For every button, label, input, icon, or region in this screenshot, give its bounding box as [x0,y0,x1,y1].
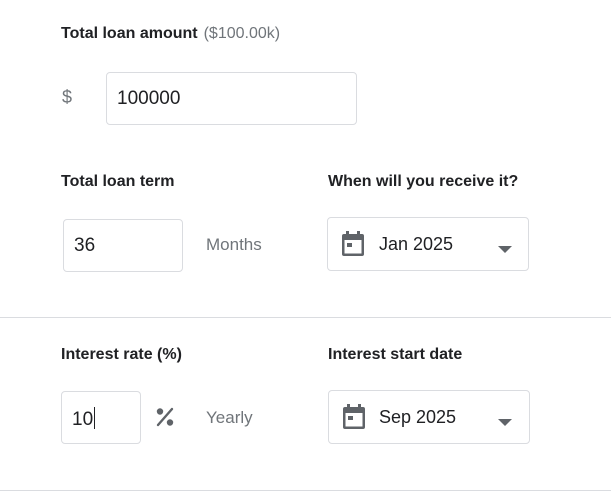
loan-amount-label: Total loan amount [61,25,198,42]
interest-rate-value: 10 [72,407,96,430]
loan-amount-summary: ($100.00k) [203,25,281,42]
loan-amount-input[interactable]: 100000 [106,72,357,125]
chevron-down-icon [498,241,512,253]
loan-term-label: Total loan term [61,173,175,190]
chevron-down-icon [498,414,512,426]
interest-start-value: Sep 2025 [379,407,457,427]
section-divider [0,317,611,318]
loan-amount-heading: Total loan amount ($100.00k) [61,25,280,43]
loan-term-input[interactable]: 36 [63,219,183,272]
loan-amount-value: 100000 [117,88,181,109]
interest-rate-input[interactable]: 10 [61,391,141,444]
interest-rate-label: Interest rate (%) [61,346,182,363]
text-cursor [94,407,96,429]
calendar-icon [341,231,365,257]
interest-rate-period: Yearly [206,408,253,427]
receive-date-value: Jan 2025 [379,234,454,254]
percent-icon [155,407,175,427]
interest-start-select[interactable]: Sep 2025 [328,390,530,444]
calendar-icon [342,404,366,430]
loan-term-value: 36 [74,235,96,256]
loan-term-unit: Months [206,235,262,254]
currency-symbol: $ [62,87,73,107]
interest-start-label: Interest start date [328,346,463,363]
receive-date-select[interactable]: Jan 2025 [327,217,529,271]
receive-date-label: When will you receive it? [328,173,519,190]
section-divider-bottom [0,490,611,491]
